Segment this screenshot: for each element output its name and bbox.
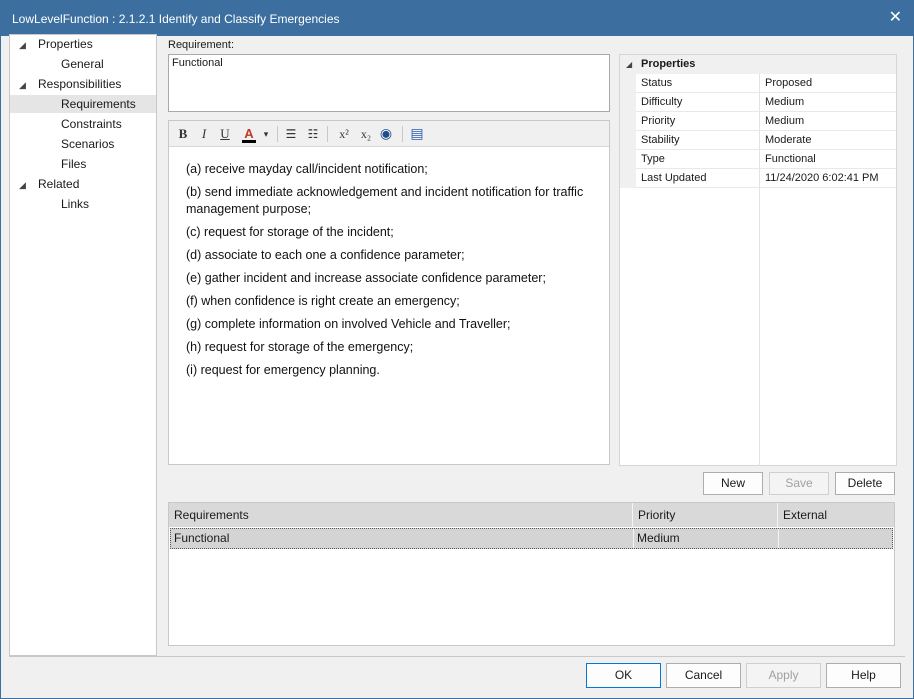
note-line: (i) request for emergency planning. — [186, 363, 380, 377]
apply-button[interactable]: Apply — [746, 663, 821, 688]
note-line: (f) when confidence is right create an e… — [186, 294, 460, 308]
property-row-status[interactable]: Status Proposed — [636, 74, 896, 93]
tree-item-related[interactable]: Related — [38, 175, 79, 193]
toolbar-separator — [327, 126, 328, 142]
ok-button[interactable]: OK — [586, 663, 661, 688]
property-name: Last Updated — [641, 172, 707, 184]
italic-button[interactable]: I — [197, 125, 211, 143]
column-header-external[interactable]: External — [778, 503, 894, 527]
property-row-difficulty[interactable]: Difficulty Medium — [636, 93, 896, 112]
properties-panel: ◢ Properties Status Proposed Difficulty … — [619, 54, 897, 466]
bold-button[interactable]: B — [176, 125, 190, 143]
document-icon[interactable]: ▤ — [409, 125, 425, 143]
tree-item-properties[interactable]: Properties — [38, 35, 93, 53]
requirement-input[interactable]: Functional — [168, 54, 610, 112]
bullet-list-icon[interactable]: ☰ — [283, 125, 299, 143]
property-row-stability[interactable]: Stability Moderate — [636, 131, 896, 150]
delete-button[interactable]: Delete — [835, 472, 895, 495]
divider — [9, 656, 905, 657]
note-line: (h) request for storage of the emergency… — [186, 340, 414, 354]
note-line: (c) request for storage of the incident; — [186, 225, 394, 239]
property-name: Difficulty — [641, 96, 683, 108]
tree-item-scenarios[interactable]: Scenarios — [61, 135, 114, 153]
tree-item-links[interactable]: Links — [61, 195, 89, 213]
font-color-icon[interactable]: A — [240, 125, 258, 143]
notes-content[interactable]: (a) receive mayday call/incident notific… — [186, 161, 596, 385]
hyperlink-icon[interactable]: ◉ — [377, 125, 395, 143]
font-color-swatch — [242, 140, 256, 143]
cell-external — [779, 529, 893, 548]
requirement-label: Requirement: — [168, 39, 235, 51]
format-toolbar: B I U A ▾ ☰ ☷ x² x₂ ◉ ▤ — [169, 121, 609, 147]
table-header: Requirements Priority External — [169, 503, 894, 527]
tree-item-responsibilities[interactable]: Responsibilities — [38, 75, 121, 93]
property-value: 11/24/2020 6:02:41 PM — [765, 172, 879, 184]
subscript-button[interactable]: x₂ — [357, 125, 375, 143]
cell-requirement: Functional — [174, 531, 230, 545]
column-header-requirements[interactable]: Requirements — [169, 503, 632, 527]
table-row[interactable]: Functional Medium — [170, 528, 893, 549]
save-button[interactable]: Save — [769, 472, 829, 495]
property-row-last-updated[interactable]: Last Updated 11/24/2020 6:02:41 PM — [636, 169, 896, 188]
notes-editor[interactable]: B I U A ▾ ☰ ☷ x² x₂ ◉ ▤ (a) receive mayd… — [168, 120, 610, 465]
note-line: (g) complete information on involved Veh… — [186, 317, 511, 331]
properties-gutter — [620, 74, 636, 188]
navigation-tree: ◢ Properties General ◢ Responsibilities … — [9, 34, 157, 656]
title-bar: LowLevelFunction : 2.1.2.1 Identify and … — [0, 0, 914, 36]
property-name: Priority — [641, 115, 676, 127]
property-row-priority[interactable]: Priority Medium — [636, 112, 896, 131]
property-value[interactable]: Medium — [765, 93, 804, 111]
cell-priority: Medium — [637, 531, 680, 545]
window-title: LowLevelFunction : 2.1.2.1 Identify and … — [12, 12, 340, 26]
expanded-arrow-icon[interactable]: ◢ — [19, 40, 26, 51]
requirements-table: Requirements Priority External Functiona… — [168, 502, 895, 646]
tree-item-files[interactable]: Files — [61, 155, 86, 173]
property-name: Status — [641, 77, 673, 89]
properties-header-label: Properties — [641, 58, 696, 70]
property-row-type[interactable]: Type Functional — [636, 150, 896, 169]
note-line: (d) associate to each one a confidence p… — [186, 248, 465, 262]
tree-item-constraints[interactable]: Constraints — [61, 115, 122, 133]
toolbar-separator — [277, 126, 278, 142]
help-button[interactable]: Help — [826, 663, 901, 688]
properties-header[interactable]: ◢ Properties — [620, 55, 896, 74]
superscript-button[interactable]: x² — [335, 125, 353, 143]
note-line: (a) receive mayday call/incident notific… — [186, 162, 428, 176]
close-icon[interactable]: ✕ — [889, 7, 902, 27]
numbered-list-icon[interactable]: ☷ — [305, 125, 321, 143]
property-name: Type — [641, 153, 665, 165]
property-value[interactable]: Moderate — [765, 131, 811, 149]
expanded-arrow-icon[interactable]: ◢ — [19, 180, 26, 191]
underline-button[interactable]: U — [218, 125, 232, 143]
property-value[interactable]: Medium — [765, 112, 804, 130]
tree-item-requirements[interactable]: Requirements — [10, 95, 156, 113]
collapse-arrow-icon[interactable]: ◢ — [626, 60, 632, 69]
note-line: (b) send immediate acknowledgement and i… — [186, 185, 584, 216]
property-name: Stability — [641, 134, 680, 146]
cancel-button[interactable]: Cancel — [666, 663, 741, 688]
expanded-arrow-icon[interactable]: ◢ — [19, 80, 26, 91]
note-line: (e) gather incident and increase associa… — [186, 271, 546, 285]
new-button[interactable]: New — [703, 472, 763, 495]
tree-item-general[interactable]: General — [61, 55, 104, 73]
property-value[interactable]: Proposed — [765, 74, 812, 92]
property-value[interactable]: Functional — [765, 150, 816, 168]
column-header-priority[interactable]: Priority — [633, 503, 777, 527]
toolbar-separator — [402, 126, 403, 142]
font-color-dropdown-icon[interactable]: ▾ — [261, 125, 271, 143]
